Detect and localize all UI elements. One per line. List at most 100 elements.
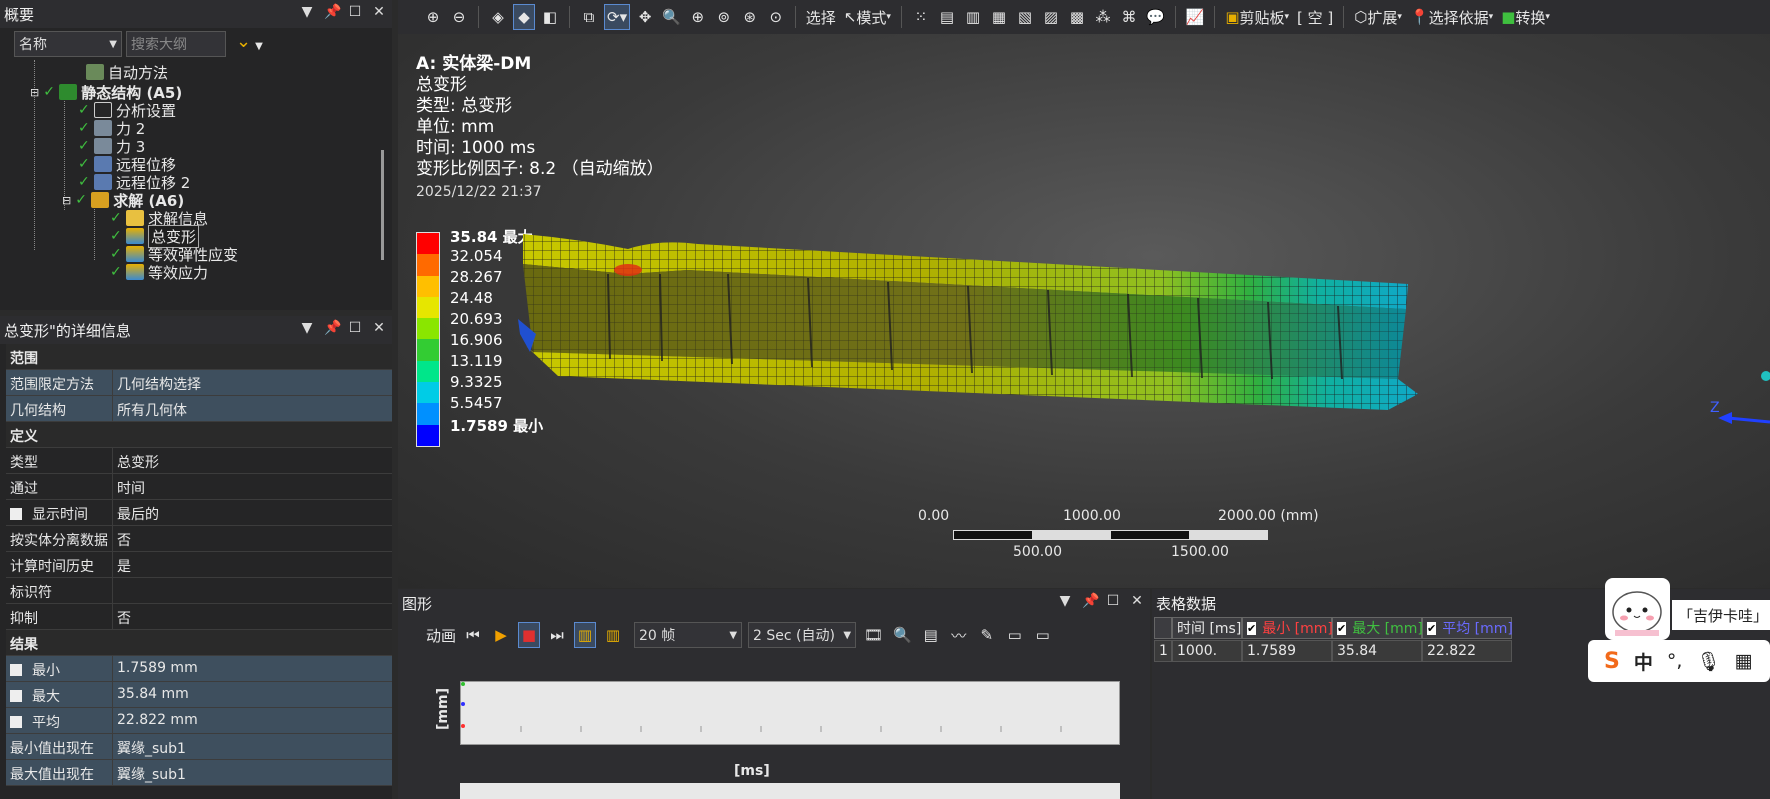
detail-row[interactable]: 标识符 xyxy=(6,578,392,604)
export-video-icon[interactable]: 🎞 xyxy=(862,622,885,648)
coordinate-icon[interactable]: ⁂ xyxy=(1092,4,1114,30)
filter-field-select[interactable]: 名称 ▼ xyxy=(14,31,122,57)
legend-icon[interactable]: ▤ xyxy=(920,622,942,648)
checkbox-checked-icon[interactable]: ✔ xyxy=(1247,621,1257,635)
row-index[interactable]: 1 xyxy=(1154,640,1172,662)
search-input[interactable]: 搜索大纲 xyxy=(126,31,226,57)
dropdown-icon[interactable]: ▼ xyxy=(1058,593,1072,609)
detail-row[interactable]: 类型 总变形 xyxy=(6,448,392,474)
collapse-icon[interactable]: ⊟ xyxy=(62,194,71,207)
secondary-plot[interactable] xyxy=(460,783,1120,799)
stop-icon[interactable]: ■ xyxy=(518,622,541,648)
detail-row[interactable]: 最小值出现在 翼缘_sub1 xyxy=(6,734,392,760)
result-sets-icon[interactable]: ▥ xyxy=(602,622,624,648)
duration-select[interactable]: 2 Sec (自动) ▼ xyxy=(748,622,857,648)
checkbox-checked-icon[interactable]: ✔ xyxy=(1337,621,1347,635)
pin-icon[interactable]: 📌 xyxy=(324,320,341,336)
chart-icon[interactable]: 📈 xyxy=(1184,4,1207,30)
min-checkbox[interactable] xyxy=(10,664,22,676)
close-icon[interactable]: ✕ xyxy=(1130,593,1144,609)
zoom-all-icon[interactable]: ⊛ xyxy=(739,4,761,30)
image-export-icon[interactable]: ▭ xyxy=(1032,622,1054,648)
microphone-icon[interactable]: 🎙 xyxy=(1696,650,1720,673)
ime-mascot[interactable] xyxy=(1605,578,1670,640)
pin-icon[interactable]: 📌 xyxy=(1082,593,1099,609)
time-history-plot[interactable] xyxy=(460,681,1120,745)
detail-row[interactable]: 平均 22.822 mm xyxy=(6,708,392,734)
label-icon[interactable]: ⌘ xyxy=(1118,4,1140,30)
table-export-icon[interactable]: ▭ xyxy=(1004,622,1026,648)
section-definition[interactable]: 定义 xyxy=(6,422,392,448)
maximize-icon[interactable]: ☐ xyxy=(1106,593,1120,609)
zoom-out-icon[interactable]: ⊖ xyxy=(448,4,470,30)
table-cell[interactable]: 22.822 xyxy=(1422,640,1512,662)
rotate-icon[interactable]: ⟳▾ xyxy=(604,4,631,30)
table-cell[interactable]: 1000. xyxy=(1172,640,1242,662)
zoom-fit-icon[interactable]: ⊚ xyxy=(713,4,735,30)
last-frame-icon[interactable]: ⏭ xyxy=(546,622,568,648)
punctuation-icon[interactable]: °, xyxy=(1667,650,1683,672)
zoom-fit-icon[interactable]: 🔍 xyxy=(891,622,914,648)
avg-checkbox[interactable] xyxy=(10,716,22,728)
section-scope[interactable]: 范围 xyxy=(6,344,392,370)
pin-icon[interactable]: 📌 xyxy=(324,4,341,20)
detail-row[interactable]: 最小 1.7589 mm xyxy=(6,656,392,682)
select-node-icon[interactable]: ▧ xyxy=(1014,4,1036,30)
tree-item[interactable]: ✓ 等效应力 xyxy=(110,262,208,282)
maximize-icon[interactable]: ☐ xyxy=(348,4,362,20)
detail-row[interactable]: 范围限定方法 几何结构选择 xyxy=(6,370,392,396)
mode-button[interactable]: ↖ 模式 ▾ xyxy=(842,4,893,30)
detail-row[interactable]: 显示时间 最后的 xyxy=(6,500,392,526)
detail-row[interactable]: 最大值出现在 翼缘_sub1 xyxy=(6,760,392,786)
filter-expand-icon[interactable]: ⌄ xyxy=(236,31,251,57)
ime-chinese-toggle[interactable]: 中 xyxy=(1634,648,1653,675)
detail-row[interactable]: 按实体分离数据否 xyxy=(6,526,392,552)
distributed-frames-icon[interactable]: ▥ xyxy=(574,622,597,648)
section-icon[interactable]: ◧ xyxy=(539,4,561,30)
magnifier-icon[interactable]: ⊙ xyxy=(765,4,787,30)
zoom-box-icon[interactable]: ⊕ xyxy=(687,4,709,30)
chevron-down-icon[interactable]: ▼ xyxy=(255,41,263,57)
checkbox-checked-icon[interactable]: ✔ xyxy=(1427,621,1437,635)
detail-row[interactable]: 计算时间历史是 xyxy=(6,552,392,578)
comment-icon[interactable]: 💬 xyxy=(1144,4,1167,30)
select-edge-icon[interactable]: ▤ xyxy=(936,4,958,30)
convert-button[interactable]: ■ 转换 ▾ xyxy=(1499,4,1552,30)
detail-row[interactable]: 最大 35.84 mm xyxy=(6,682,392,708)
keyboard-icon[interactable]: ▦ xyxy=(1735,650,1753,672)
probe-icon[interactable]: ✎ xyxy=(976,622,998,648)
zoom-in-icon[interactable]: ⊕ xyxy=(422,4,444,30)
select-element-icon[interactable]: ▩ xyxy=(1066,4,1088,30)
show-time-checkbox[interactable] xyxy=(10,508,22,520)
close-icon[interactable]: ✕ xyxy=(372,320,386,336)
copy-view-icon[interactable]: ⧉ xyxy=(578,4,600,30)
first-frame-icon[interactable]: ⏮ xyxy=(462,622,484,648)
column-header-max[interactable]: ✔ 最大 [mm] xyxy=(1332,617,1423,639)
select-by-button[interactable]: 📍 选择依据 ▾ xyxy=(1408,4,1495,30)
detail-row[interactable]: 几何结构 所有几何体 xyxy=(6,396,392,422)
select-label[interactable]: 选择 xyxy=(804,4,838,30)
wireframe-cube-icon[interactable]: ◈ xyxy=(487,4,509,30)
select-face-icon[interactable]: ▥ xyxy=(962,4,984,30)
dropdown-icon[interactable]: ▼ xyxy=(300,320,314,336)
section-results[interactable]: 结果 xyxy=(6,630,392,656)
table-cell[interactable]: 35.84 xyxy=(1332,640,1422,662)
tree-item[interactable]: 自动方法 xyxy=(86,62,168,82)
graphics-viewport[interactable]: A: 实体梁-DM 总变形 类型: 总变形 单位: mm 时间: 1000 ms… xyxy=(398,34,1770,588)
select-body-icon[interactable]: ▦ xyxy=(988,4,1010,30)
solid-cube-icon[interactable]: ◆ xyxy=(513,4,535,30)
detail-row[interactable]: 抑制否 xyxy=(6,604,392,630)
pan-icon[interactable]: ✥ xyxy=(634,4,656,30)
zoom-icon[interactable]: 🔍 xyxy=(660,4,683,30)
frames-select[interactable]: 20 帧 ▼ xyxy=(634,622,743,648)
max-checkbox[interactable] xyxy=(10,690,22,702)
select-element-face-icon[interactable]: ▨ xyxy=(1040,4,1062,30)
detail-row[interactable]: 通过 时间 xyxy=(6,474,392,500)
column-header-time[interactable]: 时间 [ms] xyxy=(1172,617,1242,639)
collapse-icon[interactable]: ⊟ xyxy=(30,86,39,99)
column-header-avg[interactable]: ✔ 平均 [mm] xyxy=(1422,617,1513,639)
extend-button[interactable]: ⬡ 扩展 ▾ xyxy=(1352,4,1404,30)
sogou-logo-icon[interactable]: S xyxy=(1604,649,1620,674)
clipboard-button[interactable]: ▣ 剪贴板 ▾ xyxy=(1223,4,1291,30)
select-vertex-icon[interactable]: ⁙ xyxy=(910,4,932,30)
